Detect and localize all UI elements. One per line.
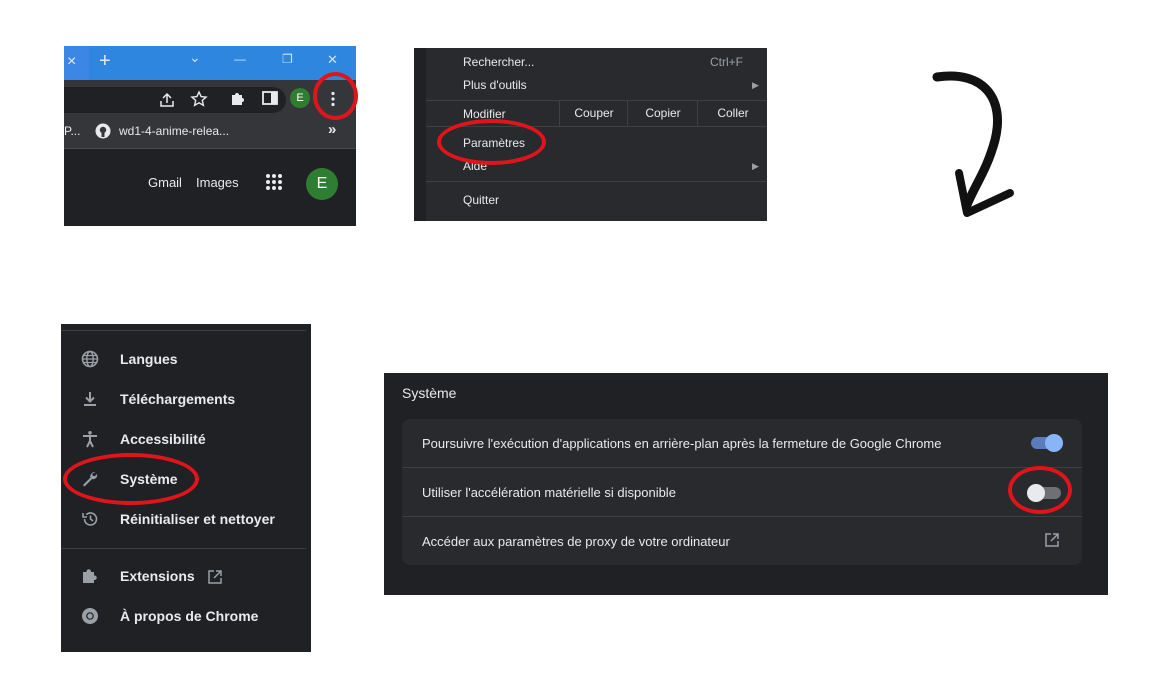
minimize-button[interactable]: — bbox=[234, 52, 246, 66]
setting-label: Utiliser l'accélération matérielle si di… bbox=[422, 485, 676, 500]
wrench-icon bbox=[81, 470, 99, 488]
setting-label: Accéder aux paramètres de proxy de votre… bbox=[422, 534, 730, 549]
sidebar-item-label: Accessibilité bbox=[120, 431, 206, 447]
apps-grid-icon[interactable] bbox=[265, 173, 283, 196]
setting-row-background-apps[interactable]: Poursuivre l'exécution d'applications en… bbox=[402, 419, 1082, 468]
sidebar-item-label: Système bbox=[120, 471, 178, 487]
sidebar-item-label: À propos de Chrome bbox=[120, 608, 259, 624]
browser-window: × + ⌄ — ❐ ✕ E P... wd1-4-anime-relea... … bbox=[64, 46, 356, 226]
nav-divider bbox=[61, 548, 306, 549]
submenu-arrow-icon: ▶ bbox=[752, 80, 759, 90]
side-panel-icon[interactable] bbox=[262, 91, 278, 110]
menu-kebab-icon[interactable] bbox=[330, 91, 336, 112]
page-content: Gmail Images E bbox=[64, 149, 356, 226]
setting-row-proxy[interactable]: Accéder aux paramètres de proxy de votre… bbox=[402, 517, 1082, 566]
toggle-knob bbox=[1027, 484, 1045, 502]
address-bar[interactable] bbox=[64, 87, 286, 113]
system-settings-panel: Système Poursuivre l'exécution d'applica… bbox=[384, 373, 1108, 595]
bookmark-item[interactable]: wd1-4-anime-relea... bbox=[119, 124, 229, 138]
sidebar-item-label: Téléchargements bbox=[120, 391, 236, 407]
open-external-icon bbox=[207, 569, 223, 590]
globe-icon bbox=[81, 350, 99, 368]
bookmarks-bar: P... wd1-4-anime-relea... » bbox=[64, 116, 356, 149]
sidebar-item-systeme[interactable]: Système bbox=[61, 460, 311, 498]
menu-item-quitter[interactable]: Quitter bbox=[463, 193, 499, 207]
setting-label: Poursuivre l'exécution d'applications en… bbox=[422, 436, 942, 451]
section-title: Système bbox=[402, 385, 457, 401]
github-icon bbox=[95, 123, 111, 144]
menu-item-aide[interactable]: Aide bbox=[463, 159, 487, 173]
menu-item-modifier: Modifier bbox=[463, 107, 506, 121]
title-bar: + ⌄ — ❐ ✕ bbox=[89, 46, 356, 80]
hardware-acceleration-toggle[interactable] bbox=[1027, 484, 1061, 502]
extensions-puzzle-icon[interactable] bbox=[230, 90, 246, 111]
menu-divider bbox=[426, 181, 767, 182]
sidebar-item-telechargements[interactable]: Téléchargements bbox=[61, 380, 311, 418]
sidebar-item-accessibilite[interactable]: Accessibilité bbox=[61, 420, 311, 458]
bookmark-star-icon[interactable] bbox=[190, 90, 208, 113]
copy-button[interactable]: Copier bbox=[627, 100, 698, 126]
share-icon[interactable] bbox=[158, 91, 176, 114]
restore-button[interactable]: ❐ bbox=[282, 52, 293, 66]
active-tab[interactable]: × bbox=[64, 46, 89, 80]
settings-sidebar: Langues Téléchargements Accessibilité Sy… bbox=[61, 324, 311, 652]
curved-arrow-icon bbox=[932, 71, 1014, 217]
nav-divider bbox=[61, 330, 306, 331]
profile-avatar[interactable]: E bbox=[290, 88, 310, 108]
sidebar-item-label: Réinitialiser et nettoyer bbox=[120, 511, 275, 527]
accessibility-icon bbox=[81, 430, 99, 448]
sidebar-item-reinitialiser[interactable]: Réinitialiser et nettoyer bbox=[61, 500, 311, 538]
menu-divider bbox=[426, 126, 767, 127]
cut-button[interactable]: Couper bbox=[559, 100, 628, 126]
gmail-link[interactable]: Gmail bbox=[148, 175, 182, 190]
images-link[interactable]: Images bbox=[196, 175, 239, 190]
menu-item-parametres[interactable]: Paramètres bbox=[463, 136, 532, 150]
open-external-icon[interactable] bbox=[1044, 532, 1060, 553]
submenu-arrow-icon: ▶ bbox=[752, 161, 759, 171]
sidebar-item-label: Extensions bbox=[120, 568, 195, 584]
menu-item-rechercher[interactable]: Rechercher... bbox=[463, 55, 534, 69]
sidebar-item-a-propos[interactable]: À propos de Chrome bbox=[61, 597, 311, 635]
menu-shortcut: Ctrl+F bbox=[710, 55, 743, 69]
close-window-button[interactable]: ✕ bbox=[327, 52, 338, 68]
bookmark-item[interactable]: P... bbox=[64, 124, 80, 138]
download-icon bbox=[81, 390, 99, 408]
setting-row-hardware-acceleration[interactable]: Utiliser l'accélération matérielle si di… bbox=[402, 468, 1082, 517]
menu-item-plus-outils[interactable]: Plus d'outils bbox=[463, 78, 527, 92]
sidebar-item-langues[interactable]: Langues bbox=[61, 340, 311, 378]
chrome-menu: Rechercher... Ctrl+F Plus d'outils ▶ Mod… bbox=[414, 48, 767, 221]
toggle-knob bbox=[1045, 434, 1063, 452]
sidebar-item-extensions[interactable]: Extensions bbox=[61, 557, 311, 595]
settings-card: Poursuivre l'exécution d'applications en… bbox=[402, 419, 1082, 565]
history-icon bbox=[81, 510, 99, 528]
tab-close-icon[interactable]: × bbox=[67, 53, 76, 71]
background-apps-toggle[interactable] bbox=[1031, 434, 1063, 452]
bookmarks-overflow-button[interactable]: » bbox=[328, 121, 336, 138]
chrome-icon bbox=[81, 607, 99, 625]
tab-search-button[interactable]: ⌄ bbox=[189, 49, 201, 66]
paste-button[interactable]: Coller bbox=[697, 100, 767, 126]
sidebar-item-label: Langues bbox=[120, 351, 178, 367]
puzzle-icon bbox=[81, 567, 99, 585]
menu-edge bbox=[414, 48, 426, 221]
new-tab-button[interactable]: + bbox=[99, 50, 111, 73]
account-avatar[interactable]: E bbox=[306, 168, 338, 200]
